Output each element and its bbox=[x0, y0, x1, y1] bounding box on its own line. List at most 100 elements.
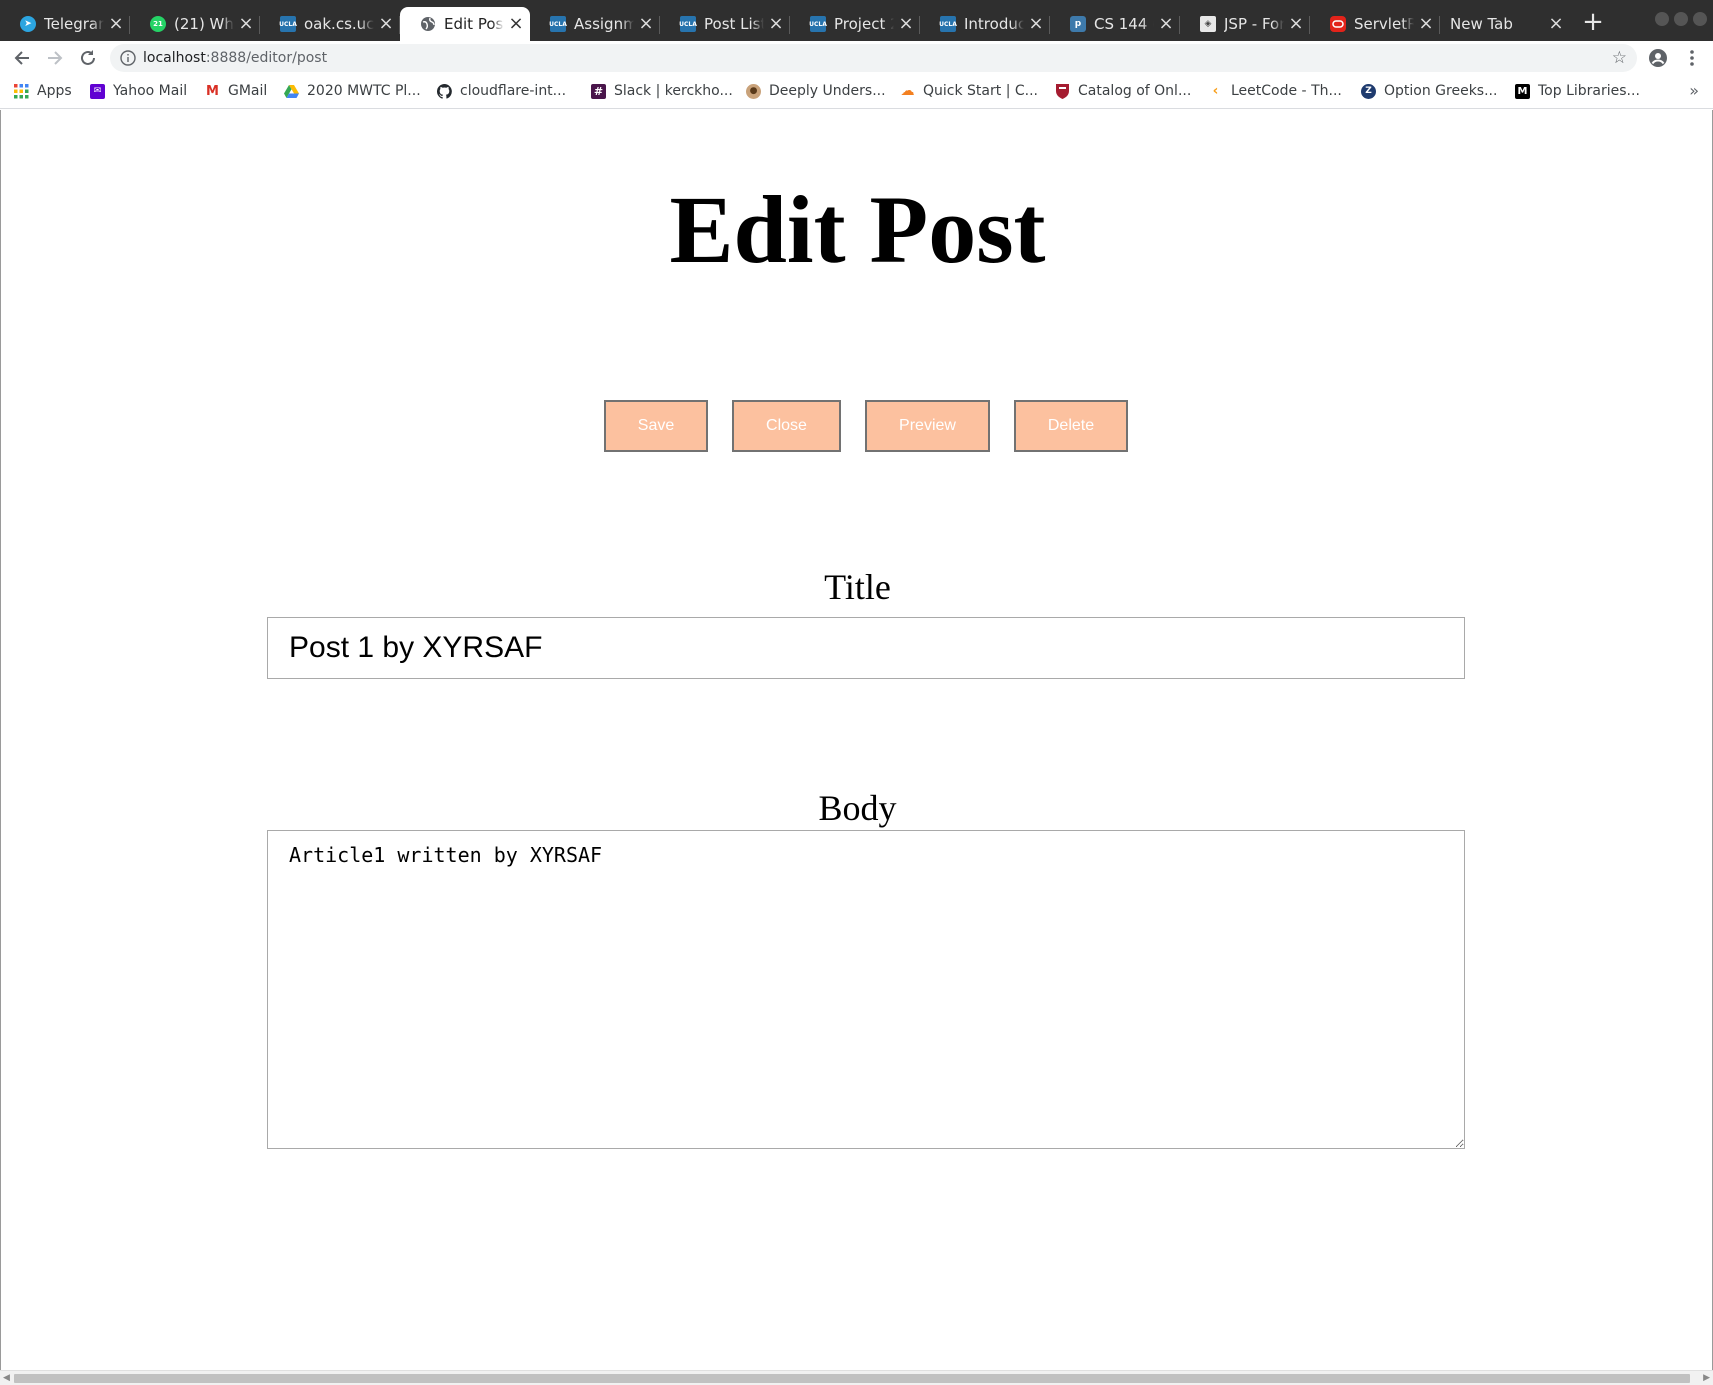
bookmark-quick-start[interactable]: ☁ Quick Start | C... bbox=[900, 81, 1038, 101]
bookmark-top-libraries[interactable]: M Top Libraries... bbox=[1515, 81, 1640, 101]
harvard-shield-icon bbox=[1055, 83, 1070, 99]
tab-title: JSP - Form bbox=[1224, 15, 1284, 33]
ucla-icon: UCLA bbox=[809, 16, 827, 32]
bookmark-option-greeks[interactable]: Z Option Greeks... bbox=[1361, 81, 1497, 101]
back-button[interactable] bbox=[9, 45, 35, 71]
bookmark-apps[interactable]: Apps bbox=[14, 81, 72, 101]
url-text[interactable]: localhost:8888/editor/post bbox=[143, 48, 327, 68]
back-arrow-icon bbox=[14, 51, 29, 65]
delete-button[interactable]: Delete bbox=[1014, 400, 1128, 452]
tab-introduction[interactable]: UCLA Introduction × bbox=[920, 7, 1050, 41]
tab-oak-cs[interactable]: UCLA oak.cs.ucla.edu × bbox=[260, 7, 400, 41]
bookmark-label: 2020 MWTC Pl... bbox=[307, 83, 421, 99]
bookmark-label: GMail bbox=[228, 83, 268, 99]
horizontal-scrollbar[interactable]: ◀ ▶ bbox=[0, 1370, 1713, 1385]
globe-icon bbox=[420, 16, 436, 32]
close-button[interactable]: Close bbox=[732, 400, 841, 452]
ucla-icon: UCLA bbox=[279, 16, 297, 32]
ucla-icon: UCLA bbox=[679, 16, 697, 32]
leetcode-icon: ‹ bbox=[1212, 83, 1219, 99]
tab-whatsapp[interactable]: 21 (21) WhatsApp × bbox=[130, 7, 260, 41]
bookmark-label: Deeply Unders... bbox=[769, 83, 886, 99]
bookmark-cloudflare-int[interactable]: cloudflare-int... bbox=[437, 81, 566, 101]
forward-button[interactable] bbox=[42, 45, 68, 71]
kebab-menu-icon bbox=[1690, 50, 1694, 66]
bookmark-deeply-understanding[interactable]: ● Deeply Unders... bbox=[746, 81, 886, 101]
close-icon[interactable]: × bbox=[1288, 15, 1304, 33]
piazza-icon: p bbox=[1070, 16, 1086, 32]
scroll-left-icon[interactable]: ◀ bbox=[3, 1373, 10, 1383]
google-drive-icon bbox=[284, 84, 299, 99]
bookmarks-overflow-icon[interactable]: » bbox=[1689, 81, 1699, 100]
tab-title: (21) WhatsApp bbox=[174, 15, 234, 33]
github-icon bbox=[437, 83, 452, 99]
gmail-icon: M bbox=[206, 83, 219, 99]
forward-arrow-icon bbox=[48, 51, 63, 65]
browser-toolbar: localhost:8888/editor/post ☆ bbox=[0, 41, 1713, 74]
close-icon[interactable]: × bbox=[1158, 15, 1174, 33]
bookmark-label: LeetCode - Th... bbox=[1231, 83, 1342, 99]
bookmark-label: Quick Start | C... bbox=[923, 83, 1038, 99]
tab-servlet-request[interactable]: ServletRequest × bbox=[1310, 7, 1440, 41]
tab-project-2[interactable]: UCLA Project 2 × bbox=[790, 7, 920, 41]
bookmark-leetcode[interactable]: ‹ LeetCode - Th... bbox=[1208, 81, 1342, 101]
medium-icon: M bbox=[1515, 83, 1530, 99]
info-icon[interactable] bbox=[120, 50, 136, 70]
profile-button[interactable] bbox=[1645, 45, 1671, 71]
bookmark-label: Option Greeks... bbox=[1384, 83, 1498, 99]
tab-edit-post[interactable]: Edit Post × bbox=[400, 7, 530, 41]
new-tab-button[interactable]: + bbox=[1580, 8, 1606, 36]
title-label: Title bbox=[824, 567, 891, 607]
bookmark-mwtc[interactable]: 2020 MWTC Pl... bbox=[284, 81, 421, 101]
tab-title: New Tab bbox=[1450, 15, 1513, 33]
telegram-icon: ➤ bbox=[20, 16, 36, 32]
close-icon[interactable]: × bbox=[768, 15, 784, 33]
window-close-icon[interactable] bbox=[1693, 12, 1707, 26]
tab-post-list[interactable]: UCLA Post List × bbox=[660, 7, 790, 41]
tab-cs-144[interactable]: p CS 144 (97 × bbox=[1050, 7, 1180, 41]
preview-button[interactable]: Preview bbox=[865, 400, 990, 452]
bookmark-yahoo-mail[interactable]: ✉ Yahoo Mail bbox=[90, 81, 187, 101]
tab-title: CS 144 (97 bbox=[1094, 15, 1154, 33]
reload-button[interactable] bbox=[75, 45, 101, 71]
close-icon[interactable]: × bbox=[1548, 15, 1564, 33]
close-icon[interactable]: × bbox=[1418, 15, 1434, 33]
tab-title: Introduction bbox=[964, 15, 1024, 33]
tab-new-tab[interactable]: New Tab × bbox=[1440, 7, 1570, 41]
tab-telegram[interactable]: ➤ Telegram × bbox=[0, 7, 130, 41]
option-greeks-icon: Z bbox=[1361, 83, 1376, 99]
body-textarea[interactable]: Article1 written by XYRSAF bbox=[267, 830, 1465, 1149]
tab-assignments[interactable]: UCLA Assignments × bbox=[530, 7, 660, 41]
scroll-right-icon[interactable]: ▶ bbox=[1703, 1373, 1710, 1383]
cloudflare-icon: ☁ bbox=[900, 83, 915, 99]
bookmark-catalog[interactable]: Catalog of Onl... bbox=[1055, 81, 1191, 101]
bookmarks-bar: Apps ✉ Yahoo Mail M GMail 2020 MWTC Pl..… bbox=[0, 74, 1713, 109]
close-icon[interactable]: × bbox=[898, 15, 914, 33]
tab-jsp-form[interactable]: ◈ JSP - Form × bbox=[1180, 7, 1310, 41]
minimize-icon[interactable] bbox=[1655, 12, 1669, 26]
monkey-icon: ● bbox=[746, 83, 761, 99]
slack-icon: # bbox=[591, 83, 606, 99]
title-input[interactable] bbox=[267, 617, 1465, 679]
close-icon[interactable]: × bbox=[1028, 15, 1044, 33]
page-title: Edit Post bbox=[669, 176, 1046, 283]
yahoo-mail-icon: ✉ bbox=[90, 83, 105, 99]
close-icon[interactable]: × bbox=[238, 15, 254, 33]
save-button[interactable]: Save bbox=[604, 400, 708, 452]
bookmark-slack[interactable]: # Slack | kerckho... bbox=[591, 81, 733, 101]
scrollbar-thumb[interactable] bbox=[14, 1374, 1690, 1383]
bookmark-label: Catalog of Onl... bbox=[1078, 83, 1192, 99]
body-label: Body bbox=[818, 788, 897, 828]
tab-title: Edit Post bbox=[444, 15, 504, 33]
menu-button[interactable] bbox=[1679, 45, 1705, 71]
close-icon[interactable]: × bbox=[378, 15, 394, 33]
account-icon bbox=[1649, 49, 1667, 67]
browser-tab-strip: ➤ Telegram × 21 (21) WhatsApp × UCLA oak… bbox=[0, 0, 1713, 41]
address-bar[interactable]: localhost:8888/editor/post ☆ bbox=[110, 44, 1637, 72]
close-icon[interactable]: × bbox=[638, 15, 654, 33]
close-icon[interactable]: × bbox=[508, 15, 524, 33]
bookmark-star-icon[interactable]: ☆ bbox=[1612, 48, 1627, 68]
maximize-icon[interactable] bbox=[1674, 12, 1688, 26]
bookmark-gmail[interactable]: M GMail bbox=[205, 81, 267, 101]
close-icon[interactable]: × bbox=[108, 15, 124, 33]
